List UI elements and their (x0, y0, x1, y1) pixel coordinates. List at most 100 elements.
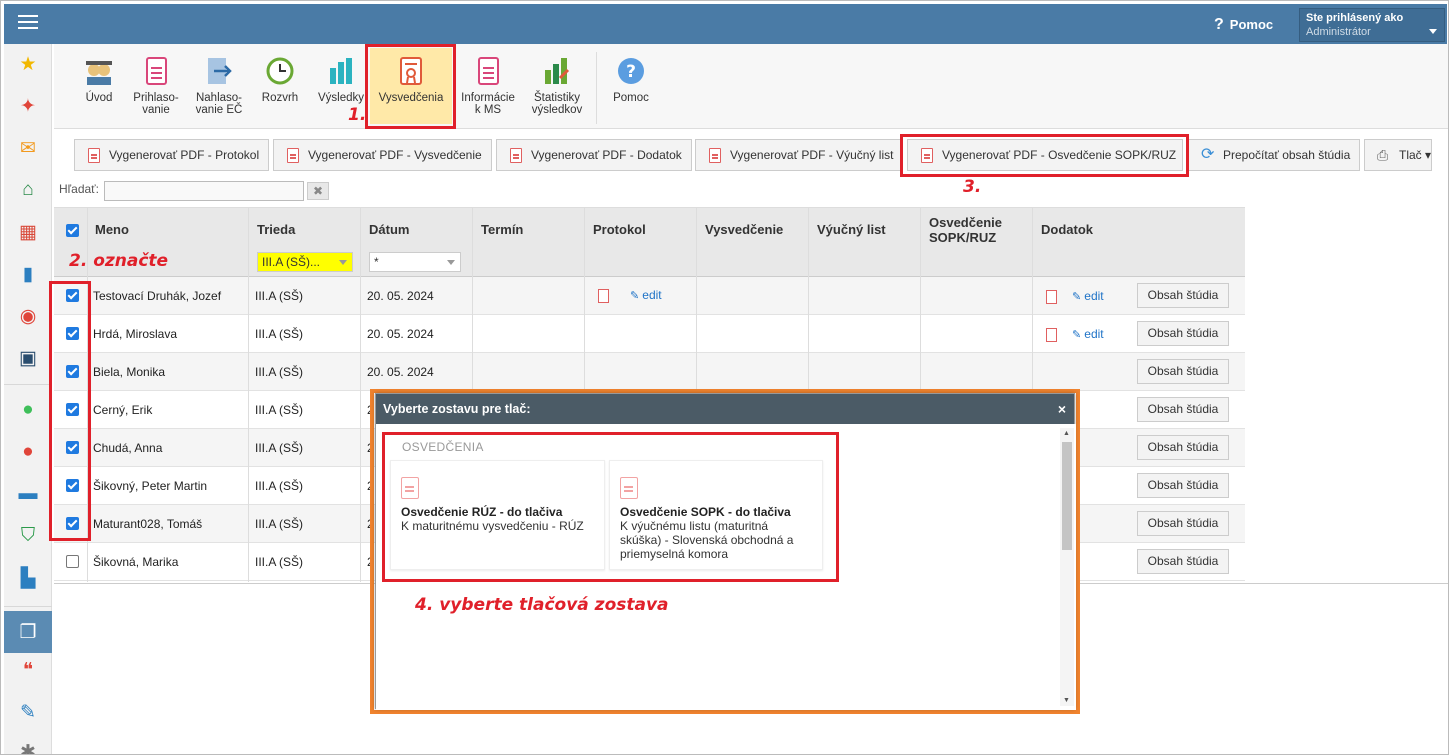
open-book-icon: ❐ (19, 621, 37, 643)
cell-meno: Biela, Monika (93, 365, 166, 379)
dodatok-edit-link[interactable]: edit (1072, 327, 1103, 341)
stats-icon (542, 56, 572, 86)
bar-chart-icon (326, 56, 356, 86)
sidebar-item-active[interactable]: ❐ (4, 611, 52, 653)
row-checkbox[interactable] (66, 555, 79, 568)
schedule-icon[interactable]: ▣ (16, 346, 40, 370)
toolbar-pomoc[interactable]: ? Pomoc (608, 56, 654, 104)
cell-trieda: III.A (SŠ) (255, 555, 304, 569)
sidebar: ★ ✦ ✉ ⌂ ▦ ▮ ◉ ▣ ● ● ▬ ⛉ ▙ ❐ ❝ ✎ ✱ (4, 44, 52, 755)
printer-icon: ⎙ (1377, 147, 1389, 163)
check-circle-icon[interactable]: ● (16, 398, 40, 422)
scroll-up-icon[interactable]: ▲ (1063, 430, 1070, 437)
generate-dodatok-button[interactable]: Vygenerovať PDF - Dodatok (496, 139, 692, 171)
shield-icon[interactable]: ⛉ (16, 524, 40, 548)
cell-trieda: III.A (SŠ) (255, 327, 304, 341)
bar-chart-icon[interactable]: ▙ (16, 566, 40, 590)
dialog-scrollbar[interactable]: ▲ ▼ (1060, 428, 1074, 706)
mail-icon[interactable]: ✉ (16, 136, 40, 160)
refresh-icon: ⟳ (1201, 146, 1215, 163)
home-icon[interactable]: ⌂ (16, 178, 40, 202)
toolbar-rozvrh[interactable]: Rozvrh (258, 56, 302, 104)
table-row[interactable]: Testovací Druhák, Jozef III.A (SŠ) 20. 05.… (54, 277, 1245, 315)
cell-meno: Šikovný, Peter Martin (93, 479, 208, 493)
toolbar-uvod[interactable]: Úvod (74, 56, 124, 104)
pdf-icon (709, 148, 721, 163)
obsah-studia-button[interactable]: Obsah štúdia (1137, 359, 1229, 384)
cell-trieda: III.A (SŠ) (255, 517, 304, 531)
col-protokol[interactable]: Protokol (593, 222, 646, 237)
obsah-studia-button[interactable]: Obsah štúdia (1137, 435, 1229, 460)
grade-icon[interactable]: ● (16, 440, 40, 464)
select-all-checkbox[interactable] (66, 224, 79, 237)
print-button[interactable]: ⎙ Tlač ▾ (1364, 139, 1432, 171)
col-meno[interactable]: Meno (95, 222, 129, 237)
cell-datum: 20. 05. 2024 (367, 327, 434, 341)
toolbar-vysledky[interactable]: Výsledky (316, 56, 366, 104)
generate-vysvedcenie-button[interactable]: Vygenerovať PDF - Vysvedčenie (273, 139, 492, 171)
sidebar-divider (4, 606, 52, 607)
datum-filter[interactable]: * (369, 252, 461, 272)
dodatok-pdf-icon[interactable] (1046, 328, 1057, 342)
dodatok-edit-link[interactable]: edit (1072, 289, 1103, 303)
calendar-grid-icon[interactable]: ▦ (16, 220, 40, 244)
gear-icon[interactable]: ✱ (16, 740, 40, 755)
col-osvedcenie[interactable]: Osvedčenie SOPK/RUZ (929, 215, 1002, 245)
briefcase-icon[interactable]: ▬ (16, 482, 40, 506)
dialog-title: Vyberte zostavu pre tlač: (383, 402, 531, 416)
annotation-box-checkboxes (49, 281, 91, 541)
obsah-studia-button[interactable]: Obsah štúdia (1137, 473, 1229, 498)
clear-search-button[interactable]: ✖ (307, 182, 329, 200)
chevron-down-icon (339, 260, 347, 265)
col-termin[interactable]: Termín (481, 222, 523, 237)
col-vyucny-list[interactable]: Výučný list (817, 222, 886, 237)
search-label: Hľadať: (59, 182, 100, 196)
obsah-studia-button[interactable]: Obsah štúdia (1137, 283, 1229, 308)
col-dodatok[interactable]: Dodatok (1041, 222, 1093, 237)
magic-wand-icon[interactable]: ✦ (16, 94, 40, 118)
recalculate-button[interactable]: ⟳ Prepočítať obsah štúdia (1188, 139, 1360, 171)
generate-protokol-button[interactable]: Vygenerovať PDF - Protokol (74, 139, 269, 171)
annotation-step1: 1. (348, 105, 367, 125)
user-menu[interactable]: Ste prihlásený ako Administrátor (1299, 8, 1445, 42)
menu-icon[interactable] (18, 15, 38, 31)
toolbar-informacie[interactable]: Informácie k MS (458, 56, 518, 116)
svg-text:?: ? (626, 62, 636, 82)
toolbar-statistiky[interactable]: Štatistiky výsledkov (526, 56, 588, 116)
close-icon[interactable]: × (1058, 394, 1066, 424)
obsah-studia-button[interactable]: Obsah štúdia (1137, 321, 1229, 346)
star-icon[interactable]: ★ (16, 52, 40, 76)
obsah-studia-button[interactable]: Obsah štúdia (1137, 397, 1229, 422)
obsah-studia-button[interactable]: Obsah štúdia (1137, 511, 1229, 536)
person-icon[interactable]: ◉ (16, 304, 40, 328)
scroll-down-icon[interactable]: ▼ (1063, 697, 1070, 704)
pencil-icon[interactable]: ✎ (16, 700, 40, 724)
toolbar-nahlasovanie[interactable]: Nahlaso- vanie EČ (192, 56, 246, 116)
help-link[interactable]: ? Pomoc (1214, 16, 1273, 34)
col-datum[interactable]: Dátum (369, 222, 409, 237)
cell-trieda: III.A (SŠ) (255, 289, 304, 303)
table-row[interactable]: Hrdá, Miroslava III.A (SŠ) 20. 05. 2024 edi… (54, 315, 1245, 353)
cell-meno: Cerný, Erik (93, 403, 153, 417)
toolbar-prihlasovanie[interactable]: Prihlaso- vanie (130, 56, 182, 116)
annotation-step2: 2. označte (69, 251, 169, 271)
form-icon (141, 56, 171, 86)
col-vysvedcenie[interactable]: Vysvedčenie (705, 222, 783, 237)
pdf-icon (510, 148, 522, 163)
book-icon[interactable]: ▮ (16, 262, 40, 286)
chat-icon[interactable]: ❝ (16, 658, 40, 682)
dodatok-pdf-icon[interactable] (1046, 290, 1057, 304)
table-row[interactable]: Biela, Monika III.A (SŠ) 20. 05. 2024 Obsah… (54, 353, 1245, 391)
scrollbar-thumb[interactable] (1062, 442, 1072, 550)
col-trieda[interactable]: Trieda (257, 222, 295, 237)
sidebar-divider (4, 384, 52, 385)
trieda-filter[interactable]: III.A (SŠ)... (257, 252, 353, 272)
generate-vyucny-list-button[interactable]: Vygenerovať PDF - Výučný list (695, 139, 903, 171)
protokol-edit-link[interactable]: edit (630, 288, 661, 302)
search-input[interactable] (104, 181, 304, 201)
top-bar: ? Pomoc Ste prihlásený ako Administrátor (4, 4, 1447, 44)
protokol-pdf-icon[interactable] (598, 289, 609, 303)
toolbar-separator (596, 52, 597, 124)
info-doc-icon (473, 56, 503, 86)
obsah-studia-button[interactable]: Obsah štúdia (1137, 549, 1229, 574)
